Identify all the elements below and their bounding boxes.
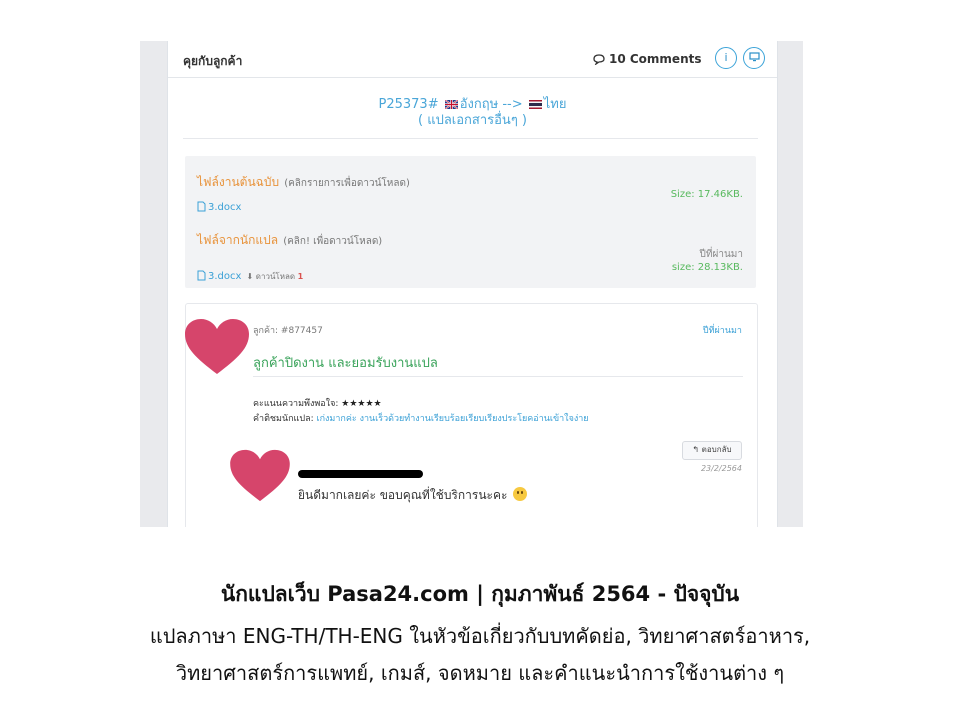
screenshot-frame: คุยกับลูกค้า 10 Comments i P25373# อังกฤ…	[140, 41, 803, 527]
download-count: ⬇ ดาวน์โหลด 1	[246, 272, 304, 281]
comments-count[interactable]: 10 Comments	[593, 52, 702, 66]
original-file-link[interactable]: 3.docx	[197, 201, 241, 213]
file-icon	[197, 201, 206, 212]
redacted-name	[298, 470, 423, 478]
translated-file-row: ไฟล์จากนักแปล (คลิก! เพื่อดาวน์โหลด) ปีท…	[197, 229, 743, 283]
reply-button[interactable]: ↰ ตอบกลับ	[682, 441, 742, 460]
rating: คะแนนความพึงพอใจ: ★★★★★	[253, 399, 382, 409]
file-icon	[197, 270, 206, 281]
reply-text: ยินดีมากเลยค่ะ ขอบคุณที่ใช้บริการนะคะ	[298, 486, 528, 505]
heart-icon	[230, 449, 290, 502]
translator-remark: คำติชมนักแปล: เก่งมากค่ะ งานเร็วด้วยทำงา…	[253, 414, 589, 424]
translated-file-title: ไฟล์จากนักแปล	[197, 233, 279, 247]
reply-icon: ↰	[692, 445, 700, 454]
thai-flag-icon	[528, 100, 542, 109]
panel-title: คุยกับลูกค้า	[183, 54, 243, 68]
panel-header: คุยกับลูกค้า 10 Comments i	[168, 41, 777, 78]
comments-label: 10 Comments	[609, 52, 702, 66]
caption-line-2: แปลภาษา ENG-TH/TH-ENG ในหัวข้อเกี่ยวกับบ…	[149, 624, 811, 648]
uk-flag-icon	[444, 100, 458, 109]
rating-stars: ★★★★★	[341, 399, 382, 409]
info-icon[interactable]: i	[715, 47, 737, 69]
download-icon: ⬇	[246, 272, 254, 281]
translated-file-size: size: 28.13KB.	[671, 262, 743, 273]
comment-time: ปีที่ผ่านมา	[702, 326, 742, 336]
original-file-title: ไฟล์งานต้นฉบับ	[197, 175, 280, 189]
reply-date: 23/2/2564	[700, 464, 742, 473]
comments-icon	[593, 54, 605, 66]
order-type: ( แปลเอกสารอื่นๆ )	[417, 113, 528, 128]
divider	[253, 376, 743, 377]
monitor-icon[interactable]	[743, 47, 765, 69]
comment-message: ลูกค้าปิดงาน และยอมรับงานแปล	[253, 356, 438, 371]
original-file-size: Size: 17.46KB.	[670, 189, 743, 200]
caption-line-3: วิทยาศาสตร์การแพทย์, เกมส์, จดหมาย และคำ…	[175, 661, 785, 685]
customer-id: ลูกค้า: #877457	[253, 326, 323, 336]
original-file-hint: (คลิกรายการเพื่อดาวน์โหลด)	[284, 178, 410, 189]
translated-file-time: ปีที่ผ่านมา	[699, 249, 743, 260]
divider	[183, 138, 758, 139]
files-section: ไฟล์งานต้นฉบับ (คลิกรายการเพื่อดาวน์โหลด…	[185, 156, 756, 288]
heart-icon	[185, 319, 249, 374]
translated-file-hint: (คลิก! เพื่อดาวน์โหลด)	[283, 236, 383, 247]
smile-emoji-icon	[513, 487, 528, 501]
translated-file-link[interactable]: 3.docx	[197, 270, 241, 282]
caption-title: นักแปลเว็บ Pasa24.com | กุมภาพันธ์ 2564 …	[220, 582, 740, 606]
original-file-row: ไฟล์งานต้นฉบับ (คลิกรายการเพื่อดาวน์โหลด…	[197, 171, 743, 214]
